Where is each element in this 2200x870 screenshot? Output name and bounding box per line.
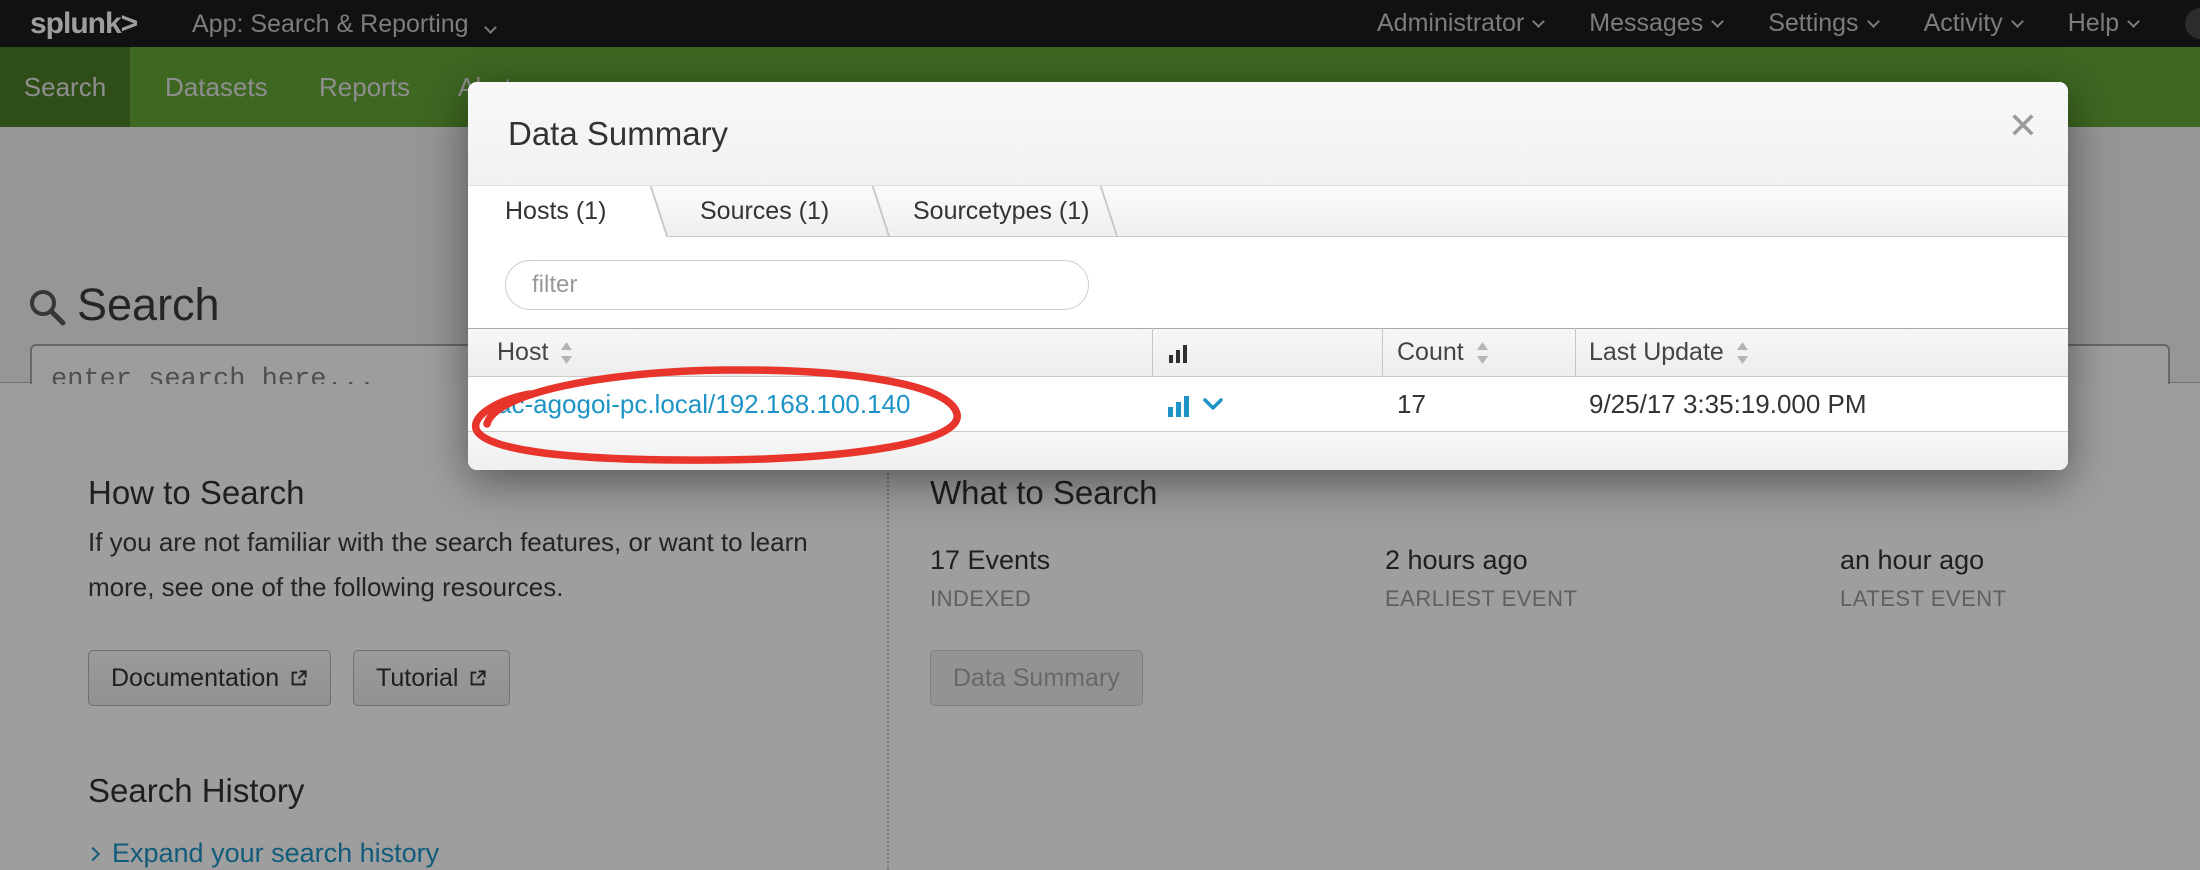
column-header-label: Last Update [1589,338,1724,367]
close-icon[interactable]: ✕ [2008,108,2038,144]
column-header-sparkline[interactable] [1168,328,1190,377]
last-update-cell: 9/25/17 3:35:19.000 PM [1589,377,1867,432]
host-cell: ac-agogoi-pc.local/192.168.100.140 [497,377,910,432]
tab-sources[interactable]: Sources (1) [700,186,829,237]
sparkline-cell[interactable] [1167,377,1223,432]
tab-sourcetypes[interactable]: Sourcetypes (1) [913,186,1089,237]
modal-header: Data Summary ✕ [468,82,2068,186]
modal-footer-strip [468,432,2068,470]
count-cell: 17 [1397,377,1426,432]
sort-icon [1736,341,1749,365]
column-header-label: Host [497,338,548,367]
column-header-label: Count [1397,338,1464,367]
host-link[interactable]: ac-agogoi-pc.local/192.168.100.140 [497,389,910,420]
column-header-last-update[interactable]: Last Update [1589,328,1749,377]
column-border [1152,328,1153,377]
filter-input[interactable] [505,260,1089,310]
column-header-count[interactable]: Count [1397,328,1489,377]
tab-divider [1100,186,1119,237]
data-summary-modal: Data Summary ✕ Hosts (1) Sources (1) Sou… [468,82,2068,470]
splunk-search-page: splunk> App: Search & Reporting Administ… [0,0,2200,870]
table-header-row [468,328,2068,377]
sort-icon [560,341,573,365]
sort-icon [1476,341,1489,365]
column-header-host[interactable]: Host [497,328,573,377]
modal-title: Data Summary [508,82,728,186]
column-border [1575,328,1576,377]
bar-chart-icon [1167,392,1193,418]
chevron-down-icon [1203,398,1223,411]
modal-tab-bar: Hosts (1) Sources (1) Sourcetypes (1) [468,186,2068,237]
bar-chart-icon [1168,342,1190,364]
column-border [1382,328,1383,377]
tab-divider [872,186,891,237]
tab-hosts[interactable]: Hosts (1) [505,186,606,237]
